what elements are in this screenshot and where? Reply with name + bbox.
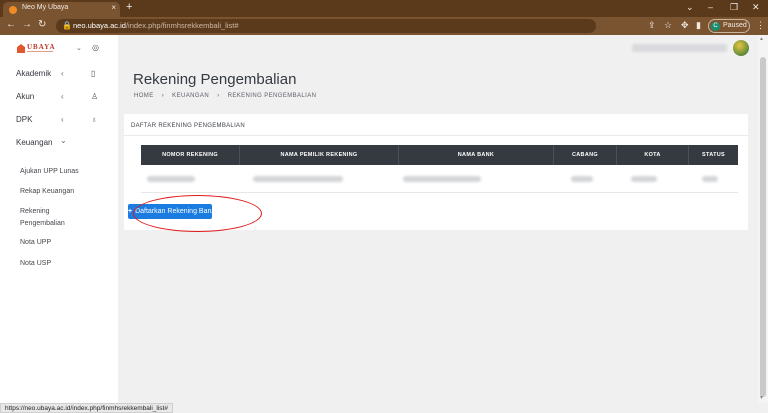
ubaya-logo-mark-icon: [17, 44, 25, 53]
sidebar-item-label: Akun: [16, 92, 35, 101]
card-title: DAFTAR REKENING PENGEMBALIAN: [131, 123, 245, 129]
new-tab-button[interactable]: +: [126, 1, 132, 13]
extensions-puzzle-icon[interactable]: ✥: [681, 20, 689, 31]
add-rekening-button[interactable]: + Daftarkan Rekening Baru: [128, 204, 214, 219]
side-panel-icon[interactable]: ▮: [696, 20, 701, 31]
sidebar-item-keuangan[interactable]: Keuangan ⌄: [0, 136, 118, 152]
ubaya-favicon-icon: [9, 6, 17, 14]
rekening-card: DAFTAR REKENING PENGEMBALIAN NOMOR REKEN…: [124, 114, 748, 230]
browser-menu-icon[interactable]: ⋮: [756, 20, 765, 31]
breadcrumb: HOME › KEUANGAN › REKENING PENGEMBALIAN: [134, 93, 322, 99]
chevron-left-icon: ‹: [61, 92, 64, 101]
tab-search-chevron-icon[interactable]: ⌄: [686, 2, 694, 13]
browser-toolbar: ← → ↻ 🔒 neo.ubaya.ac.id/index.php/finmhs…: [0, 17, 768, 35]
user-avatar[interactable]: [733, 40, 749, 56]
ubaya-logo[interactable]: UBAYA: [17, 43, 55, 55]
profile-status: Paused: [723, 22, 747, 29]
sidebar-item-dpk[interactable]: DPK ‹ ♁: [0, 113, 118, 129]
sidebar-item-label: DPK: [16, 115, 33, 124]
column-header-nama-pemilik: NAMA PEMILIK REKENING: [240, 145, 399, 165]
column-header-nama-bank: NAMA BANK: [399, 145, 554, 165]
breadcrumb-separator: ›: [161, 93, 165, 99]
chevron-left-icon: ‹: [61, 69, 64, 78]
chevron-down-icon[interactable]: ⌄: [76, 44, 82, 52]
add-button-label: Daftarkan Rekening Baru: [135, 208, 214, 215]
back-arrow-icon[interactable]: ←: [6, 19, 16, 30]
tab-close-icon[interactable]: ×: [111, 3, 116, 12]
card-divider: [124, 135, 748, 136]
sidebar-item-akun[interactable]: Akun ‹ ♙: [0, 90, 118, 106]
link-status-bar: https://neo.ubaya.ac.id/index.php/finmhs…: [0, 403, 173, 413]
page-scrollbar[interactable]: ▲ ▼: [758, 35, 768, 403]
breadcrumb-current: REKENING PENGEMBALIAN: [227, 93, 317, 99]
submenu-item-label: Nota UPP: [20, 239, 52, 246]
badge-icon: ♁: [91, 115, 97, 124]
table-row[interactable]: [141, 165, 738, 193]
target-icon[interactable]: ◎: [92, 43, 99, 52]
scroll-up-arrow-icon[interactable]: ▲: [759, 36, 764, 42]
sidebar-item-akademik[interactable]: Akademik ‹ ▯: [0, 67, 118, 83]
minimize-icon[interactable]: –: [708, 2, 713, 12]
redacted-cell: [571, 176, 593, 182]
user-icon: ♙: [91, 92, 99, 101]
submenu-item-label: Nota USP: [20, 260, 52, 267]
brand-name: UBAYA: [27, 43, 56, 51]
scroll-thumb[interactable]: [760, 57, 766, 397]
breadcrumb-keuangan[interactable]: KEUANGAN: [172, 93, 209, 99]
redacted-cell: [702, 176, 718, 182]
restore-icon[interactable]: ❐: [730, 2, 738, 13]
profile-avatar: C: [711, 22, 720, 31]
lock-icon: 🔒: [62, 21, 72, 30]
redacted-cell: [631, 176, 657, 182]
chevron-left-icon: ‹: [61, 115, 64, 124]
scroll-down-arrow-icon[interactable]: ▼: [759, 395, 764, 401]
breadcrumb-separator: ›: [217, 93, 220, 99]
page-title: Rekening Pengembalian: [133, 71, 297, 88]
address-url: neo.ubaya.ac.id/index.php/finmhsrekkemba…: [73, 21, 239, 30]
breadcrumb-home[interactable]: HOME: [134, 93, 154, 99]
forward-arrow-icon[interactable]: →: [22, 19, 32, 30]
chevron-down-icon: ⌄: [60, 136, 67, 145]
profile-button[interactable]: C Paused: [708, 19, 750, 33]
reload-icon[interactable]: ↻: [38, 19, 46, 30]
redacted-cell: [253, 176, 343, 182]
column-header-nomor-rekening: NOMOR REKENING: [141, 145, 240, 165]
share-icon[interactable]: ⇪: [648, 20, 656, 31]
address-bar[interactable]: 🔒 neo.ubaya.ac.id/index.php/finmhsrekkem…: [56, 19, 596, 33]
sidebar: UBAYA ⌄ ◎ Akademik ‹ ▯ Akun ‹ ♙ DPK ‹ ♁ …: [0, 35, 118, 403]
redacted-cell: [403, 176, 481, 182]
book-icon: ▯: [91, 69, 96, 78]
tab-title: Neo My Ubaya: [22, 4, 69, 11]
sidebar-item-label: Akademik: [16, 69, 52, 78]
submenu-item-label: Rekening Pengembalian: [20, 208, 65, 227]
submenu-item-label: Ajukan UPP Lunas: [20, 168, 79, 175]
brand-tagline: [27, 51, 53, 52]
browser-tab-bar: Neo My Ubaya × + ⌄ – ❐ ✕: [0, 0, 768, 17]
column-header-kota: KOTA: [617, 145, 689, 165]
bookmark-star-icon[interactable]: ☆: [664, 20, 672, 31]
redacted-cell: [147, 176, 195, 182]
browser-tab[interactable]: Neo My Ubaya ×: [3, 2, 120, 17]
close-window-icon[interactable]: ✕: [752, 2, 760, 13]
user-name-redacted: [632, 44, 727, 52]
column-header-status: STATUS: [702, 152, 725, 158]
sidebar-item-label: Keuangan: [16, 138, 53, 147]
column-header-cabang: CABANG: [554, 145, 617, 165]
submenu-item-label: Rekap Keuangan: [20, 188, 75, 195]
plus-icon: +: [128, 208, 133, 215]
table-header: NOMOR REKENING NAMA PEMILIK REKENING NAM…: [141, 145, 738, 165]
